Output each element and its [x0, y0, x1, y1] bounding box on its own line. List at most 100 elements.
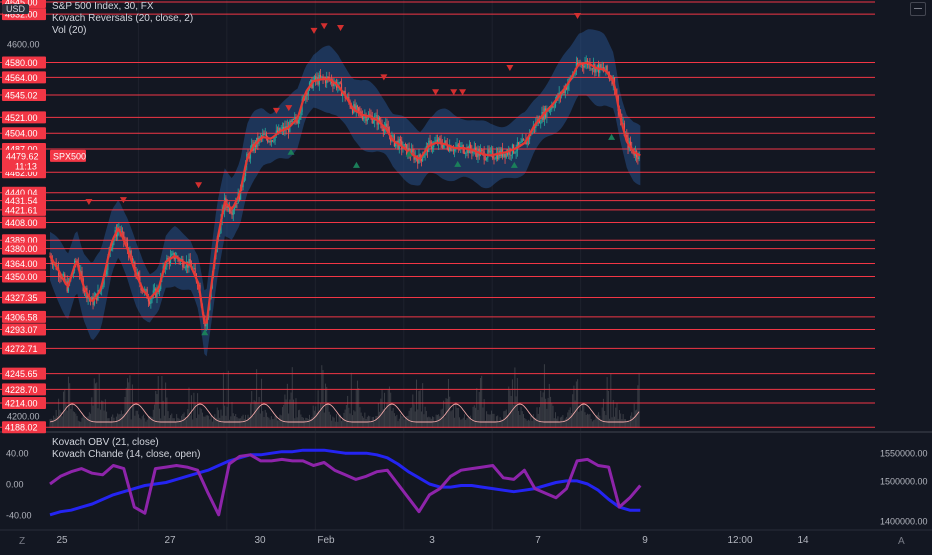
level-label: 4306.58: [5, 312, 38, 322]
candle-body: [515, 150, 517, 153]
volume-bar: [188, 387, 190, 428]
candle-body: [633, 153, 635, 156]
volume-bar: [487, 414, 489, 428]
last-price-label: 4479.62: [6, 151, 39, 161]
candle-body: [451, 150, 453, 152]
volume-bar: [429, 417, 431, 428]
volume-bar: [210, 415, 212, 428]
currency-label[interactable]: USD: [2, 4, 30, 14]
volume-bar: [363, 417, 365, 428]
chart-area[interactable]: 40.00 0.00 -40.00 1550000.00 1500000.00 14000…: [0, 0, 932, 550]
volume-bar: [106, 411, 108, 428]
candle-body: [503, 153, 505, 157]
indicator-kovach-reversals[interactable]: Kovach Reversals (20, close, 2): [52, 13, 193, 25]
candle-body: [596, 64, 598, 68]
candle-body: [487, 149, 489, 158]
volume-bar: [286, 383, 288, 428]
volume-bar: [609, 418, 611, 428]
volume-bar: [477, 409, 479, 428]
volume-bar: [168, 418, 170, 428]
volume-bar: [129, 375, 131, 428]
volume-bar: [579, 406, 581, 428]
level-label: 4272.71: [5, 344, 38, 354]
volume-bar: [208, 415, 210, 428]
volume-bar: [270, 416, 272, 428]
volume-bar: [294, 418, 296, 428]
volume-bar: [71, 403, 73, 428]
volume-bar: [99, 409, 101, 428]
time-tick-label: 3: [429, 535, 435, 546]
volume-bar: [391, 410, 393, 428]
candle-body: [121, 231, 124, 233]
volume-bar: [559, 417, 561, 428]
volume-bar: [417, 409, 419, 428]
time-tick-label: 27: [164, 535, 176, 546]
volume-bar: [289, 399, 291, 428]
timezone-button[interactable]: Z: [19, 536, 25, 547]
volume-bar: [457, 407, 459, 428]
volume-bar: [637, 385, 639, 428]
volume-bar: [257, 402, 259, 428]
volume-bar: [616, 402, 618, 428]
collapse-icon[interactable]: [910, 2, 926, 16]
indicator-kovach-chande[interactable]: Kovach Chande (14, close, open): [52, 449, 200, 461]
level-label: 4350.00: [5, 272, 38, 282]
chart-canvas[interactable]: 40.00 0.00 -40.00 1550000.00 1500000.00 14000…: [0, 0, 932, 550]
volume-bar: [321, 365, 323, 428]
candle-body: [591, 68, 593, 70]
volume-bar: [482, 407, 484, 428]
volume-bar: [582, 402, 584, 428]
volume-bar: [338, 414, 340, 428]
candle-body: [230, 211, 232, 213]
candle-body: [361, 116, 363, 120]
candle-body: [456, 144, 458, 148]
indicator-kovach-obv[interactable]: Kovach OBV (21, close): [52, 437, 200, 449]
volume-bar: [412, 394, 414, 428]
volume-bar: [238, 418, 240, 428]
time-tick-label: 9: [642, 535, 648, 546]
volume-bar: [629, 415, 631, 428]
volume-bar: [139, 417, 141, 428]
volume-bar: [264, 409, 266, 428]
indicator-volume[interactable]: Vol (20): [52, 25, 193, 37]
volume-bar: [172, 418, 174, 428]
volume-bar: [243, 418, 245, 428]
volume-bar: [449, 396, 451, 428]
volume-bar: [556, 418, 558, 428]
volume-bar: [610, 373, 612, 428]
symbol-title[interactable]: S&P 500 Index, 30, FX: [52, 1, 193, 13]
volume-bar: [263, 417, 265, 428]
volume-bar: [155, 390, 157, 428]
candle-body: [481, 150, 483, 152]
volume-bar: [300, 414, 302, 428]
candle-body: [319, 75, 322, 78]
volume-bar: [348, 407, 350, 428]
volume-bar: [102, 401, 104, 428]
volume-bar: [217, 410, 219, 428]
auto-scale-button[interactable]: A: [898, 536, 905, 547]
volume-bar: [443, 400, 445, 428]
volume-bar: [144, 418, 146, 428]
volume-bar: [407, 415, 409, 428]
level-label: 4408.00: [5, 218, 38, 228]
volume-bar: [83, 417, 85, 428]
volume-bar: [345, 405, 347, 428]
volume-bar: [424, 406, 426, 428]
volume-bar: [387, 389, 389, 428]
volume-bar: [420, 411, 422, 428]
candle-body: [439, 138, 441, 141]
volume-bar: [113, 417, 115, 428]
volume-bar: [232, 413, 234, 428]
volume-bar: [398, 418, 400, 428]
volume-bar: [222, 372, 224, 428]
volume-bar: [554, 412, 556, 428]
volume-bar: [285, 399, 287, 428]
volume-bar: [82, 414, 84, 428]
volume-bar: [178, 418, 180, 428]
volume-bar: [133, 403, 135, 428]
volume-bar: [475, 407, 477, 428]
volume-bar: [519, 414, 521, 428]
candle-body: [150, 299, 152, 304]
volume-bar: [142, 414, 144, 428]
volume-bar: [251, 391, 253, 428]
